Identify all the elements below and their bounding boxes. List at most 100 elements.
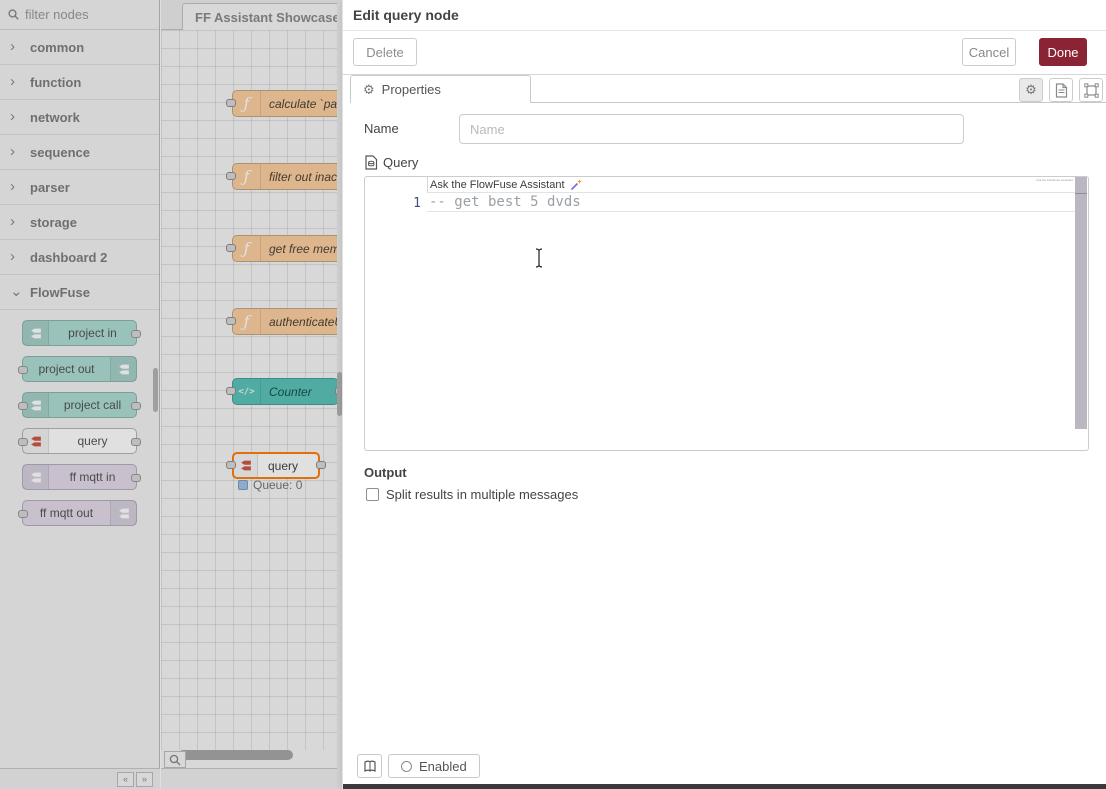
sql-file-icon <box>364 155 378 170</box>
node-label: filter out inac <box>261 170 337 184</box>
palette-category-flowfuse[interactable]: ⌄ FlowFuse <box>0 275 159 310</box>
split-results-label[interactable]: Split results in multiple messages <box>386 487 578 502</box>
category-label: sequence <box>30 145 90 160</box>
node-port[interactable] <box>18 366 28 374</box>
palette-node-label: query <box>49 434 136 448</box>
expand-all-button[interactable]: » <box>136 772 153 787</box>
name-input[interactable] <box>459 114 964 144</box>
palette-node-ff-mqtt-in[interactable]: ff mqtt in <box>22 464 137 490</box>
node-port[interactable] <box>18 510 28 518</box>
docs-button[interactable] <box>357 754 382 778</box>
name-field-label: Name <box>364 121 399 136</box>
node-red-editor: › common › function › network › sequence… <box>0 0 1106 789</box>
flow-node-function-get-free-mem[interactable]: ƒ get free mem <box>232 235 342 262</box>
magic-wand-icon <box>570 179 582 191</box>
palette-category-sequence[interactable]: › sequence <box>0 135 159 170</box>
palette-node-project-out[interactable]: project out <box>22 356 137 382</box>
editor-scrollbar[interactable] <box>1075 177 1087 429</box>
palette-node-label: project call <box>49 398 136 412</box>
node-port[interactable] <box>226 99 236 107</box>
query-field-label: Query <box>383 155 418 170</box>
flow-node-function-calculate[interactable]: ƒ calculate `pa <box>232 90 342 117</box>
palette-node-ff-mqtt-out[interactable]: ff mqtt out <box>22 500 137 526</box>
palette-node-label: ff mqtt out <box>23 506 110 520</box>
palette-node-project-call[interactable]: project call <box>22 392 137 418</box>
flow-tab-ff-assistant-showcase[interactable]: FF Assistant Showcase <box>182 3 342 30</box>
tab-description-button[interactable] <box>1049 78 1073 102</box>
palette-category-storage[interactable]: › storage <box>0 205 159 240</box>
chevron-down-double-icon: » <box>142 774 147 784</box>
node-port[interactable] <box>131 402 141 410</box>
zoom-search-button[interactable] <box>164 751 186 768</box>
palette-category-common[interactable]: › common <box>0 30 159 65</box>
flowfuse-logo-icon <box>110 357 136 381</box>
done-button[interactable]: Done <box>1039 38 1087 66</box>
flowfuse-logo-icon <box>110 501 136 525</box>
node-port[interactable] <box>316 461 326 469</box>
split-results-checkbox[interactable] <box>366 488 379 501</box>
editor-minimap: Ask the FlowFuse Assistant <box>1036 178 1073 182</box>
scrollbar-thumb[interactable] <box>178 750 293 760</box>
node-palette: › common › function › network › sequence… <box>0 0 160 789</box>
node-port[interactable] <box>226 172 236 180</box>
flow-tab-label: FF Assistant Showcase <box>195 10 340 25</box>
chevron-right-icon: › <box>10 217 20 227</box>
code-icon: </> <box>233 379 261 404</box>
bottom-edge-bar <box>343 784 1106 789</box>
chevron-right-icon: › <box>10 252 20 262</box>
palette-node-label: ff mqtt in <box>49 470 136 484</box>
canvas-footer <box>161 768 342 789</box>
status-dot-icon <box>238 480 248 490</box>
gear-icon: ⚙ <box>363 82 375 98</box>
node-port[interactable] <box>131 474 141 482</box>
node-port[interactable] <box>131 330 141 338</box>
palette-flowfuse-nodes: project in project out project call <box>0 310 160 526</box>
flow-canvas-grid[interactable]: ƒ calculate `pa ƒ filter out inac ƒ get … <box>161 30 342 750</box>
editor-code-line[interactable]: -- get best 5 dvds <box>427 193 1075 212</box>
chevron-right-icon: › <box>10 77 20 87</box>
assistant-prompt-bar[interactable]: Ask the FlowFuse Assistant <box>427 177 1075 193</box>
tab-appearance-button[interactable] <box>1079 78 1103 102</box>
flow-node-function-filter[interactable]: ƒ filter out inac <box>232 163 342 190</box>
enabled-toggle-button[interactable]: Enabled <box>388 754 480 778</box>
chevron-right-icon: › <box>10 182 20 192</box>
palette-search <box>0 0 159 30</box>
palette-category-network[interactable]: › network <box>0 100 159 135</box>
node-port[interactable] <box>226 317 236 325</box>
flow-node-query-selected[interactable]: query <box>232 452 320 479</box>
collapse-all-button[interactable]: « <box>117 772 134 787</box>
code-text: -- get best 5 dvds <box>429 194 581 210</box>
palette-category-parser[interactable]: › parser <box>0 170 159 205</box>
tray-title: Edit query node <box>353 7 459 23</box>
chevron-down-icon: ⌄ <box>10 287 20 297</box>
palette-node-query[interactable]: query <box>22 428 137 454</box>
flow-workspace[interactable]: FF Assistant Showcase ƒ calculate `pa ƒ … <box>161 0 342 789</box>
palette-category-function[interactable]: › function <box>0 65 159 100</box>
node-port[interactable] <box>18 438 28 446</box>
node-label: authenticateU <box>261 315 342 329</box>
canvas-horizontal-scrollbar[interactable] <box>161 750 342 761</box>
tab-properties-icon-button[interactable]: ⚙ <box>1019 78 1043 102</box>
query-code-editor[interactable]: Ask the FlowFuse Assistant 1 -- get best… <box>364 176 1089 451</box>
flow-node-counter[interactable]: </> Counter <box>232 378 339 405</box>
workspace-tab-bar: FF Assistant Showcase <box>161 0 342 30</box>
palette-node-project-in[interactable]: project in <box>22 320 137 346</box>
node-port[interactable] <box>18 402 28 410</box>
editor-scrollbar-marker <box>1075 193 1087 194</box>
palette-footer: « » <box>0 768 160 789</box>
palette-filter-input[interactable] <box>25 7 145 22</box>
toggle-circle-icon <box>401 761 412 772</box>
tab-properties[interactable]: ⚙ Properties <box>350 75 531 103</box>
node-port[interactable] <box>131 438 141 446</box>
node-port[interactable] <box>226 387 236 395</box>
delete-button[interactable]: Delete <box>353 38 417 66</box>
palette-category-dashboard-2[interactable]: › dashboard 2 <box>0 240 159 275</box>
palette-node-label: project out <box>23 362 110 376</box>
flow-node-function-authenticate[interactable]: ƒ authenticateU <box>232 308 342 335</box>
node-port[interactable] <box>226 244 236 252</box>
node-port[interactable] <box>226 461 236 469</box>
palette-scrollbar[interactable] <box>153 368 158 412</box>
cancel-button[interactable]: Cancel <box>962 38 1016 66</box>
book-icon <box>363 760 377 773</box>
category-label: FlowFuse <box>30 285 90 300</box>
